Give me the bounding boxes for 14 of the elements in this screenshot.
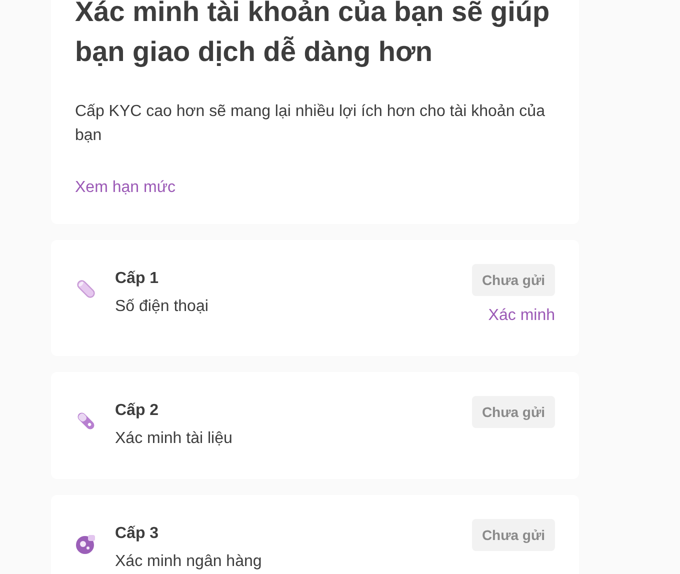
verify-link[interactable]: Xác minh bbox=[488, 304, 555, 328]
status-badge: Chưa gửi bbox=[472, 519, 555, 551]
level-title: Cấp 1 bbox=[115, 269, 160, 289]
ball-icon bbox=[75, 533, 97, 555]
level-subtitle: Xác minh tài liệu bbox=[115, 429, 234, 449]
limits-link[interactable]: Xem hạn mức bbox=[75, 176, 176, 200]
level-subtitle: Số điện thoại bbox=[115, 297, 210, 317]
level-title: Cấp 2 bbox=[115, 401, 160, 421]
description: Cấp KYC cao hơn sẽ mang lại nhiều lợi ích hơn cho tài khoản của bạn bbox=[75, 102, 546, 146]
status-badge: Chưa gửi bbox=[472, 396, 555, 428]
level-subtitle: Xác minh ngân hàng bbox=[115, 552, 263, 572]
level-title: Cấp 3 bbox=[115, 524, 160, 544]
page-title: Xác minh tài khoản của bạn sẽ giúp bạn giao dịch dễ dàng hơn bbox=[75, 0, 551, 69]
status-badge: Chưa gửi bbox=[472, 264, 555, 296]
